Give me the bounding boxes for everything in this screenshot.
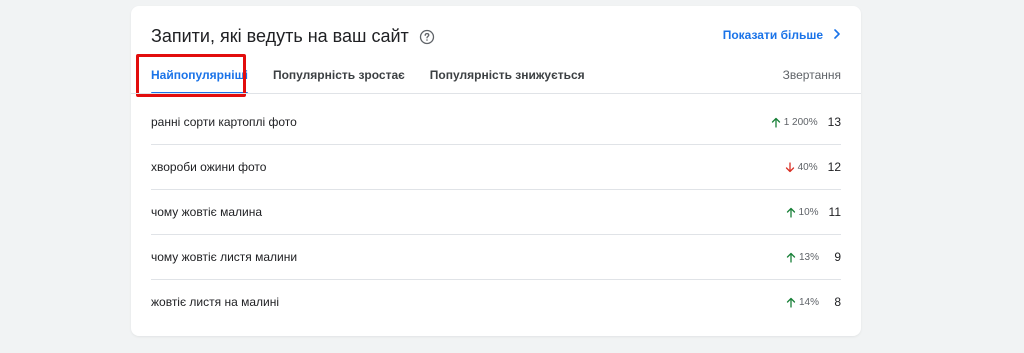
show-more-link[interactable]: Показати більше — [723, 28, 841, 42]
highlight-box — [136, 54, 246, 97]
click-count: 13 — [827, 115, 841, 129]
click-count: 8 — [834, 295, 841, 309]
query-text: хвороби ожини фото — [151, 160, 267, 174]
change-indicator: 40% — [785, 162, 818, 173]
arrow-up-icon — [786, 207, 795, 218]
change-indicator: 1 200% — [771, 117, 818, 128]
query-text: чому жовтіє малина — [151, 205, 263, 219]
query-row[interactable]: хвороби ожини фото 40% 12 — [151, 145, 841, 190]
query-text: ранні сорти картоплі фото — [151, 115, 297, 129]
change-indicator: 13% — [786, 252, 819, 263]
click-count: 12 — [827, 160, 841, 174]
show-more-label: Показати більше — [722, 28, 823, 42]
change-indicator: 14% — [786, 297, 819, 308]
column-header-clicks: Звертання — [782, 68, 841, 82]
change-value: 40% — [797, 161, 818, 173]
query-row[interactable]: чому жовтіє листя малини 13% 9 — [151, 235, 841, 280]
arrow-up-icon — [786, 297, 796, 308]
queries-card: Запити, які ведуть на ваш сайт Показати … — [131, 6, 861, 336]
tab-declining[interactable]: Популярність знижується — [430, 68, 585, 94]
divider — [131, 93, 861, 94]
query-row[interactable]: жовтіє листя на малині 14% 8 — [151, 280, 841, 324]
arrow-up-icon — [786, 252, 796, 263]
query-row[interactable]: ранні сорти картоплі фото 1 200% 13 — [151, 100, 841, 145]
help-icon[interactable] — [419, 29, 435, 45]
change-value: 10% — [798, 206, 819, 218]
chevron-right-icon — [833, 28, 841, 42]
card-title: Запити, які ведуть на ваш сайт — [151, 26, 409, 46]
arrow-down-icon — [785, 161, 794, 172]
change-value: 13% — [798, 251, 819, 263]
query-text: чому жовтіє листя малини — [151, 250, 298, 264]
query-text: жовтіє листя на малині — [151, 295, 280, 309]
card-title-wrap: Запити, які ведуть на ваш сайт — [151, 26, 435, 47]
query-list: ранні сорти картоплі фото 1 200% 13 хвор… — [151, 100, 841, 324]
change-value: 14% — [798, 296, 819, 308]
tab-rising[interactable]: Популярність зростає — [273, 68, 405, 94]
query-row[interactable]: чому жовтіє малина 10% 11 — [151, 190, 841, 235]
change-value: 1 200% — [783, 116, 818, 128]
click-count: 11 — [828, 205, 841, 219]
arrow-up-icon — [771, 117, 780, 128]
click-count: 9 — [834, 250, 841, 264]
change-indicator: 10% — [786, 207, 819, 218]
